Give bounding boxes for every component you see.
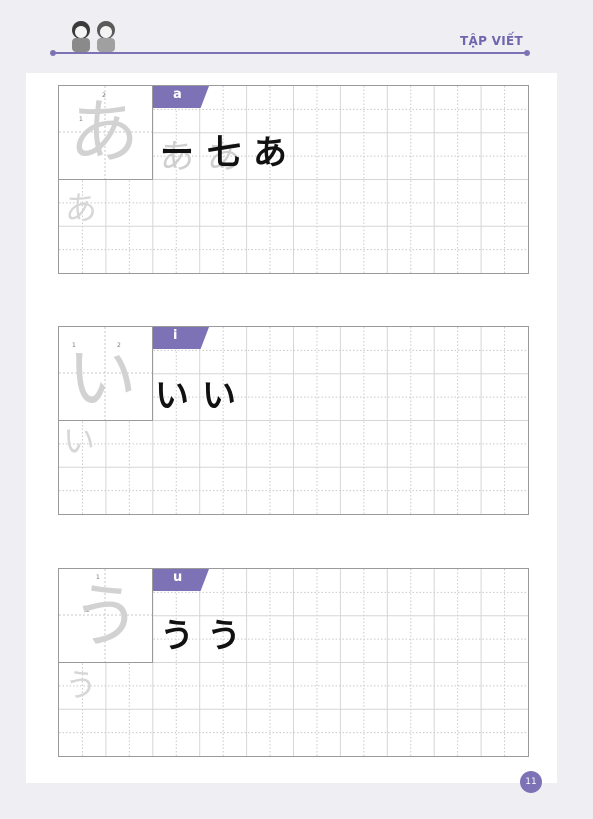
model-cell: 1 2 あ bbox=[59, 86, 153, 180]
practice-block-i: 1 2 い i い い い bbox=[58, 326, 529, 515]
model-cell: 1 2 い bbox=[59, 327, 153, 421]
model-cell: 1 2 う bbox=[59, 569, 153, 663]
stroke-step-1: ー bbox=[160, 133, 194, 173]
header-divider bbox=[50, 50, 530, 56]
stroke-step-1: い bbox=[155, 376, 189, 416]
model-kana: い bbox=[67, 337, 137, 419]
practice-block-u: 1 2 う u う う う bbox=[58, 568, 529, 757]
page-number: 11 bbox=[520, 771, 542, 793]
stroke-step-2: う bbox=[207, 616, 241, 656]
header-title: TẬP VIẾT bbox=[460, 34, 523, 48]
trace-kana: い bbox=[63, 422, 96, 460]
model-kana: う bbox=[71, 575, 141, 657]
romaji-label: i bbox=[153, 327, 209, 349]
stroke-step-3: あ bbox=[253, 133, 287, 173]
trace-kana: あ bbox=[65, 189, 98, 227]
romaji-label: u bbox=[153, 569, 209, 591]
stroke-step-2: い bbox=[202, 376, 236, 416]
model-kana: あ bbox=[69, 91, 139, 173]
practice-block-a: 1 2 あ a あ ー あ 七 あ あ bbox=[58, 85, 529, 274]
header-illustration bbox=[66, 18, 124, 54]
trace-kana: う bbox=[65, 666, 98, 704]
stroke-step-1: う bbox=[160, 616, 194, 656]
worksheet-page: 1 2 あ a あ ー あ 七 あ あ 1 2 い i い い い 1 2 う … bbox=[26, 73, 557, 783]
stroke-step-2: 七 bbox=[207, 133, 241, 173]
romaji-label: a bbox=[153, 86, 209, 108]
